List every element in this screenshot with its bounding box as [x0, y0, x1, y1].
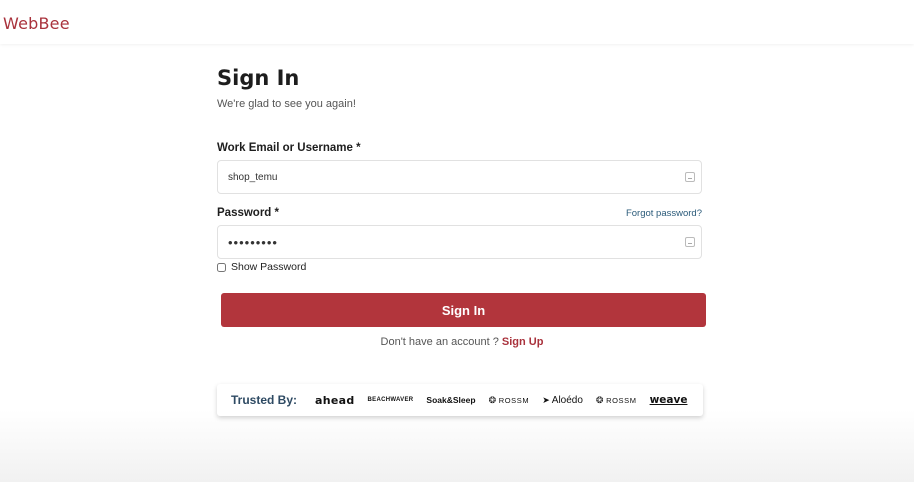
- email-field[interactable]: [228, 161, 668, 193]
- trusted-by-bar: Trusted By: ahead BEACHWAVER Soak&Sleep …: [217, 384, 703, 416]
- aloedo-wing-icon: ➤: [542, 394, 550, 405]
- brand-logo-beachwaver: BEACHWAVER: [367, 397, 414, 403]
- brand-logo-aloedo: ➤ Aloédo: [542, 395, 583, 406]
- password-field-container: [217, 225, 702, 259]
- brand-logo-weave: weave: [649, 394, 688, 406]
- sign-up-link[interactable]: Sign Up: [502, 336, 544, 348]
- autofill-icon[interactable]: [685, 237, 695, 247]
- brand-logo-rossm: ❂ ROSSM: [596, 395, 637, 406]
- forgot-password-link[interactable]: Forgot password?: [626, 208, 702, 219]
- brand-name: ROSSM: [606, 395, 637, 405]
- password-label: Password *: [217, 207, 279, 219]
- no-account-text: Don't have an account ?: [380, 336, 499, 348]
- show-password-checkbox[interactable]: [217, 262, 226, 272]
- rossm-emblem-icon: ❂: [488, 394, 497, 405]
- brand-logo-rossm: ❂ ROSSM: [489, 395, 530, 406]
- page-subtitle: We're glad to see you again!: [217, 98, 356, 110]
- brand-name: ROSSM: [498, 395, 530, 405]
- email-label-text: Work Email or Username: [217, 142, 353, 154]
- brand-logo-ahead: ahead: [315, 393, 355, 407]
- show-password-toggle[interactable]: Show Password: [217, 261, 306, 273]
- top-bar: WebBee: [0, 0, 914, 44]
- rossm-emblem-icon: ❂: [595, 394, 605, 405]
- signup-prompt: Don't have an account ? Sign Up: [217, 336, 707, 348]
- autofill-icon[interactable]: [685, 172, 695, 182]
- password-label-text: Password: [217, 207, 272, 219]
- page-title: Sign In: [217, 66, 300, 90]
- brand-name: Aloédo: [551, 394, 583, 406]
- brand-logo-soak-sleep: Soak&Sleep: [426, 395, 476, 405]
- show-password-label: Show Password: [231, 261, 307, 273]
- required-mark: *: [356, 142, 361, 154]
- trusted-by-label: Trusted By:: [231, 393, 298, 407]
- email-field-container: [217, 160, 702, 194]
- email-label: Work Email or Username *: [217, 142, 361, 154]
- sign-in-button[interactable]: Sign In: [221, 293, 706, 327]
- webbee-logo[interactable]: WebBee: [3, 14, 70, 33]
- required-mark: *: [274, 207, 280, 219]
- password-field[interactable]: [228, 226, 668, 258]
